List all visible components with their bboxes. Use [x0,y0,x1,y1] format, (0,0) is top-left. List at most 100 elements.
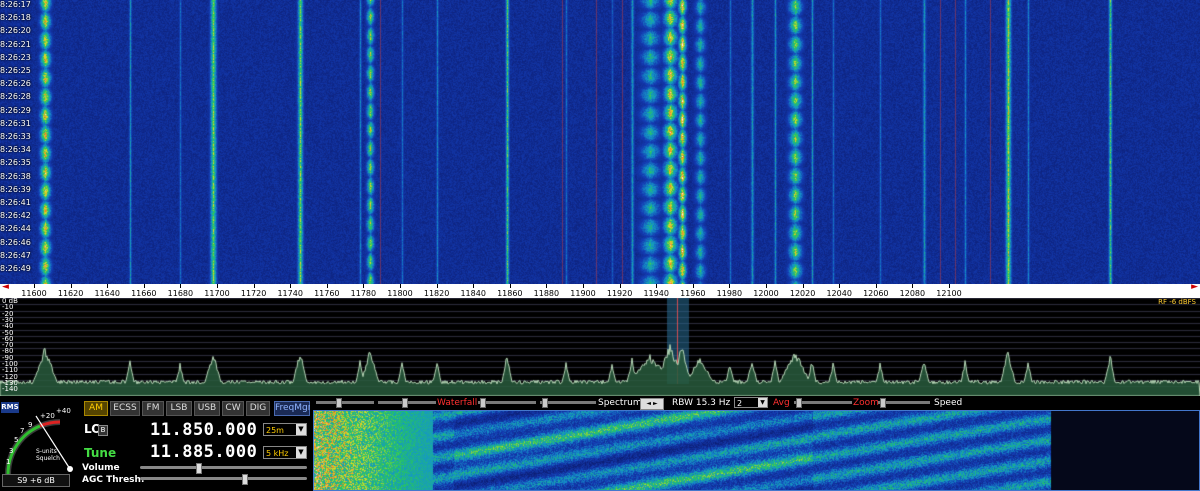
frequency-label: 11640 [94,289,120,298]
frequency-label: 11860 [497,289,523,298]
meter-scale-plus40: +40 [56,407,71,415]
meter-scale-9: 9 [28,421,33,429]
avg-select-value: 2 [737,399,743,408]
freqmgr-button[interactable]: FreqMgr [274,401,311,416]
frequency-tick [509,284,511,288]
slider-thumb[interactable] [480,398,486,408]
s-meter: RMS +40 +20 9 7 5 3 1 S-units Squelch S9… [0,396,78,491]
scroll-left-arrow-icon[interactable]: ◄ [2,284,9,292]
avg-slider[interactable] [794,398,852,408]
zoomed-waterfall-frame [313,410,1200,491]
mode-button-fm[interactable]: FM [142,401,164,416]
spectrum-spin-buttons[interactable]: ◄ ► [640,398,664,410]
frequency-label: 11920 [606,289,633,298]
mode-button-cw[interactable]: CW [222,401,244,416]
rf-level-label: RF -6 dBFS [1158,298,1196,306]
spectrum-display[interactable] [0,298,1200,396]
frequency-tick [875,284,877,288]
waterfall-timestamp: 8:26:39 [0,184,31,194]
mode-button-usb[interactable]: USB [194,401,220,416]
waterfall-timestamp: 8:26:29 [0,105,31,115]
frequency-tick [290,284,292,288]
frequency-tick [949,284,950,288]
avg-label: Avg [773,398,790,408]
waterfall-timestamp: 8:26:34 [0,145,31,155]
waterfall-timestamp: 8:26:21 [0,39,31,49]
waterfall-timestamp: 8:26:23 [0,52,31,62]
s-meter-readout: S9 +6 dB [2,474,70,487]
frequency-tick [839,284,841,288]
frequency-label: 11600 [21,289,47,298]
frequency-tick [583,284,584,288]
step-select[interactable]: 5 kHz ▼ [263,446,307,459]
agc-threshold-slider-thumb[interactable] [241,474,248,485]
frequency-label: 11880 [533,289,560,298]
avg-select[interactable]: 2 ▼ [734,397,768,408]
lo-b-button[interactable]: B [98,425,108,436]
mode-button-ecss[interactable]: ECSS [110,401,140,416]
rbw-label: RBW 15.3 Hz [672,398,731,408]
band-select-value: 25m [266,426,284,435]
slider-thumb[interactable] [880,398,886,408]
s-units-label: S-units [36,448,57,455]
waterfall-timestamp: 8:26:44 [0,224,31,234]
waterfall-timestamp: 8:26:41 [0,198,31,207]
tune-label: Tune [84,446,117,460]
frequency-tick [692,284,694,288]
lo-frequency[interactable]: 11.850.000 [150,420,257,440]
spin-right-icon[interactable]: ► [653,400,658,407]
waterfall-timestamp: 8:26:42 [0,211,31,221]
volume-slider[interactable] [140,463,307,474]
frequency-tick [436,284,438,288]
slider-thumb[interactable] [402,398,408,408]
tune-frequency[interactable]: 11.885.000 [150,442,257,462]
zoom-slider[interactable] [878,398,930,408]
mode-button-lsb[interactable]: LSB [166,401,192,416]
frequency-tick [143,284,145,288]
volume-label: Volume [82,463,120,473]
bottom-panel: RMS +40 +20 9 7 5 3 1 S-units Squelch S9… [0,396,1200,491]
agc-threshold-slider[interactable] [140,474,307,485]
scroll-right-arrow-icon[interactable]: ► [1191,284,1198,292]
frequency-tick [729,284,731,288]
frequency-tick [912,284,914,288]
volume-slider-thumb[interactable] [196,463,203,474]
frequency-tick [802,284,804,288]
waterfall-timestamp: 8:26:38 [0,171,31,181]
spectrum-brightness-slider[interactable] [540,398,596,408]
waterfall-timestamp: 8:26:17 [0,0,31,9]
frequency-label: 11940 [643,289,669,298]
waterfall-timestamp: 8:26:35 [0,158,31,168]
frequency-tick [180,284,182,288]
frequency-label: 11680 [167,289,194,298]
slider-thumb[interactable] [336,398,342,408]
slider-thumb[interactable] [542,398,548,408]
waterfall-label: Waterfall [437,398,478,408]
waterfall-brightness-slider[interactable] [378,398,436,408]
waterfall-timestamp: 8:26:47 [0,250,31,260]
frequency-tick [473,284,475,288]
meter-scale-plus20: +20 [40,412,55,420]
frequency-tick [34,284,35,288]
frequency-tick [546,284,548,288]
frequency-tick [217,284,218,288]
frequency-scale[interactable]: ◄ ► 11600 11620 11640 11660 11680 11700 11720 1… [0,284,1200,298]
spin-left-icon[interactable]: ◄ [646,400,651,407]
waterfall-contrast-slider[interactable] [316,398,374,408]
chevron-down-icon: ▼ [296,447,306,458]
main-waterfall[interactable] [0,0,1200,284]
waterfall-timestamp: 8:26:28 [0,92,31,102]
band-select[interactable]: 25m ▼ [263,423,307,436]
frequency-label: 11740 [277,289,303,298]
spectrum-contrast-slider[interactable] [478,398,536,408]
frequency-label: 12040 [826,289,852,298]
display-control-bar: Waterfall Spectrum ◄ ► RBW 15.3 Hz 2 ▼ A… [310,396,1200,410]
frequency-label: 11780 [350,289,377,298]
waterfall-timestamp: 8:26:18 [0,13,31,23]
meter-scale-1: 1 [6,458,11,466]
slider-thumb[interactable] [796,398,802,408]
mode-button-dig[interactable]: DIG [246,401,270,416]
frequency-label: 12000 [753,289,779,298]
rms-button[interactable]: RMS [1,402,19,413]
mode-button-am[interactable]: AM [84,401,108,416]
